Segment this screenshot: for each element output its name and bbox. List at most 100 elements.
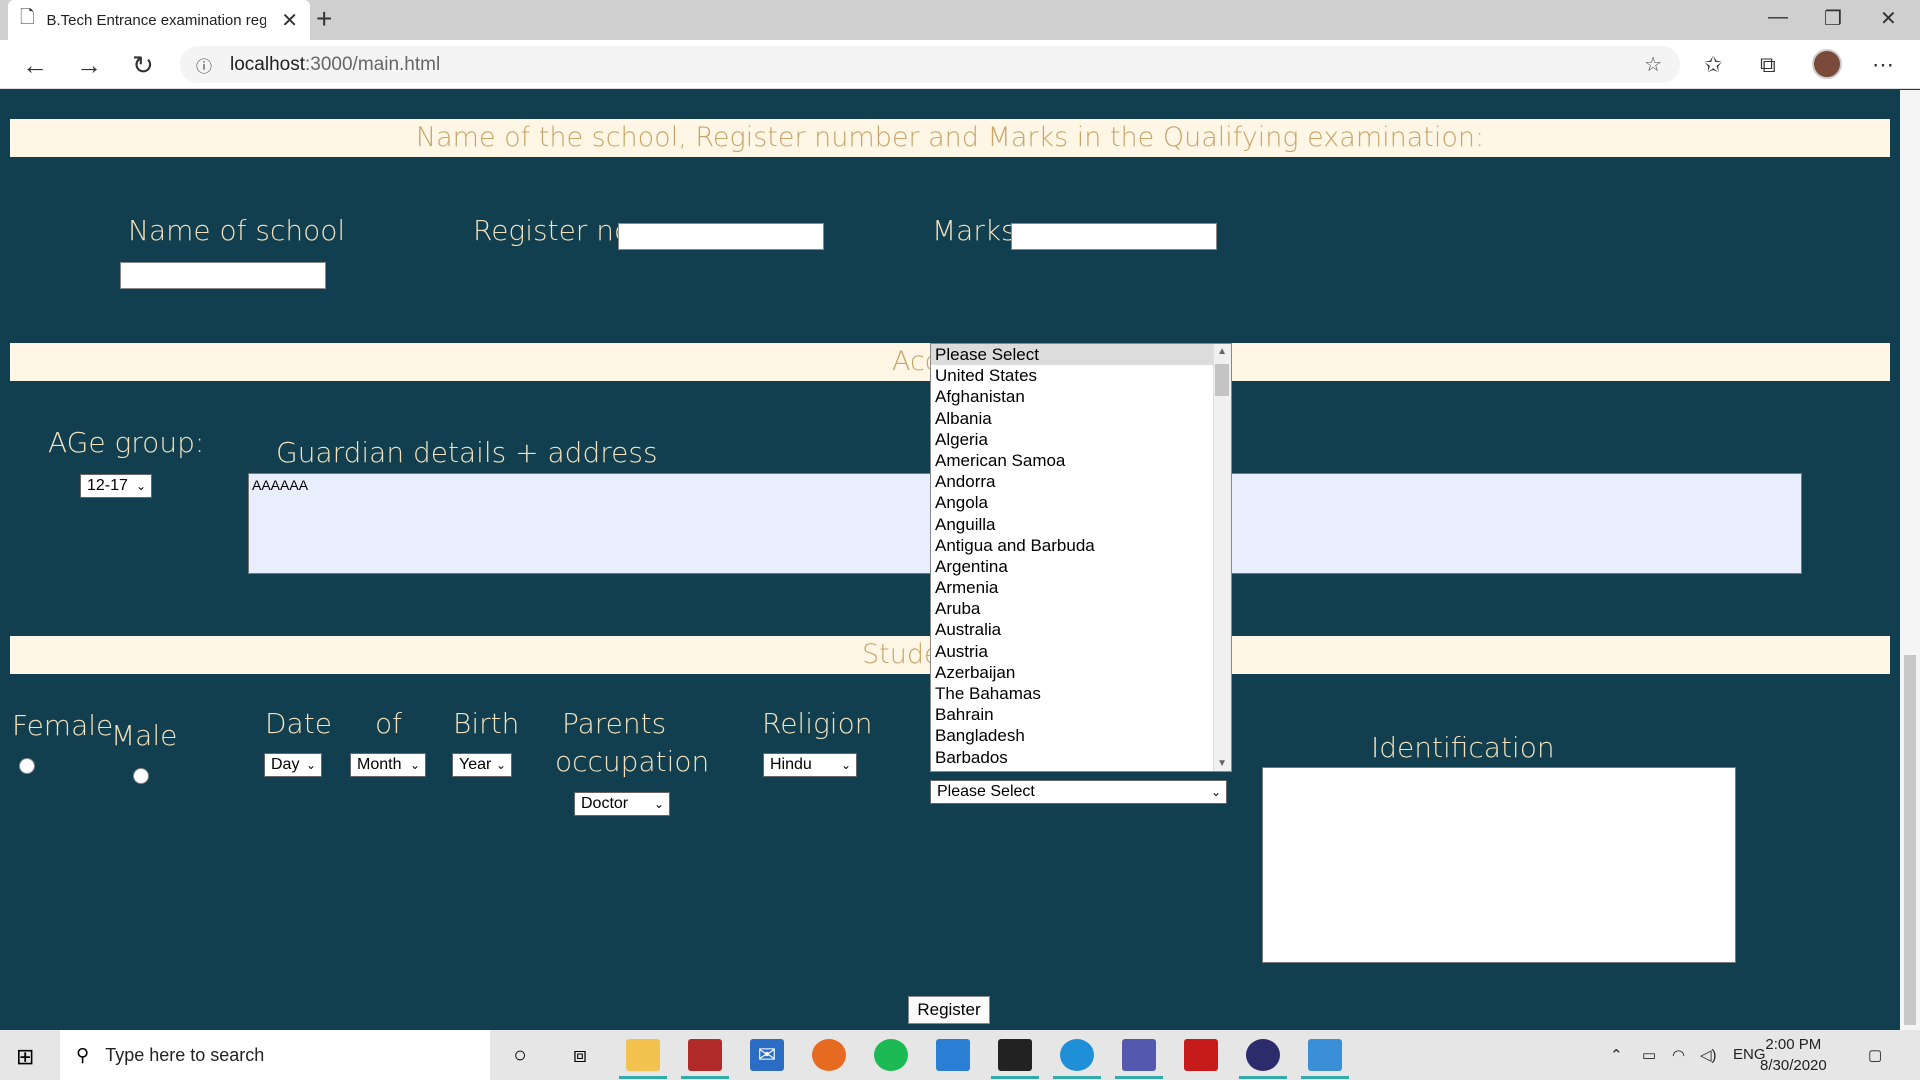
dob-of-label: of — [375, 707, 402, 740]
country-option[interactable]: Aruba — [931, 598, 1231, 619]
taskbar: ⊞ ⚲ Type here to search ○ ⧈ ✉ ⌃ ▭ ◠ ◁) E… — [0, 1030, 1920, 1080]
age-group-select[interactable]: 12-17 ⌄ — [80, 474, 152, 498]
tab-close-icon[interactable]: ✕ — [281, 8, 298, 33]
running-indicator — [619, 1076, 667, 1079]
clock[interactable]: 2:00 PM 8/30/2020 — [1760, 1034, 1827, 1076]
country-option[interactable]: Bahrain — [931, 704, 1231, 725]
minimize-icon[interactable]: — — [1768, 6, 1788, 29]
url-input[interactable]: ⓘ localhost:3000/main.html ☆ — [180, 46, 1680, 83]
school-name-input[interactable] — [120, 262, 326, 289]
country-option[interactable]: Anguilla — [931, 514, 1231, 535]
avatar[interactable] — [1812, 49, 1842, 79]
teams-icon[interactable] — [1122, 1039, 1156, 1071]
favorite-star-icon[interactable]: ☆ — [1644, 52, 1662, 77]
firefox-icon[interactable] — [812, 1039, 846, 1071]
scroll-up-icon[interactable]: ▲ — [1217, 346, 1227, 357]
page-scroll-thumb[interactable] — [1904, 655, 1916, 1025]
dropdown-scroll-thumb[interactable] — [1215, 364, 1229, 396]
marks-input[interactable] — [1011, 223, 1217, 250]
country-option[interactable]: Austria — [931, 641, 1231, 662]
chevron-down-icon: ⌄ — [840, 758, 851, 772]
country-option[interactable]: Angola — [931, 492, 1231, 513]
acrobat-icon[interactable] — [1184, 1039, 1218, 1071]
vscode-icon[interactable] — [936, 1039, 970, 1071]
page-scrollbar[interactable] — [1900, 90, 1920, 1030]
female-label: Female — [12, 709, 114, 742]
close-window-icon[interactable]: ✕ — [1880, 6, 1897, 31]
browser-tab-strip: 🗋 B.Tech Entrance examination reg ✕ + — … — [0, 0, 1920, 40]
volume-icon[interactable]: ◁) — [1700, 1046, 1717, 1064]
country-option[interactable]: American Samoa — [931, 450, 1231, 471]
address-bar-row: ← → ↻ ⓘ localhost:3000/main.html ☆ ✩ ⧉ ⋯ — [0, 40, 1920, 89]
info-icon: ⓘ — [196, 58, 213, 76]
new-tab-button[interactable]: + — [316, 3, 332, 35]
scroll-down-icon[interactable]: ▼ — [1217, 758, 1227, 769]
country-option[interactable]: Antigua and Barbuda — [931, 535, 1231, 556]
mail-icon[interactable]: ✉ — [750, 1039, 784, 1071]
more-icon[interactable]: ⋯ — [1872, 52, 1894, 78]
country-option[interactable]: Algeria — [931, 429, 1231, 450]
country-select[interactable]: Please Select ⌄ — [930, 780, 1227, 804]
favorites-icon[interactable]: ✩ — [1704, 52, 1722, 78]
running-indicator — [1239, 1076, 1287, 1079]
marks-label: Marks — [932, 214, 1016, 247]
page-icon: 🗋 — [20, 7, 35, 27]
age-group-value: 12-17 — [87, 477, 128, 494]
cortana-icon[interactable]: ○ — [503, 1039, 537, 1071]
religion-select[interactable]: Hindu ⌄ — [763, 753, 857, 777]
country-option[interactable]: Argentina — [931, 556, 1231, 577]
country-option[interactable]: Azerbaijan — [931, 662, 1231, 683]
collections-icon[interactable]: ⧉ — [1760, 52, 1776, 78]
terminal-icon[interactable] — [998, 1039, 1032, 1071]
age-group-label: AGe group: — [48, 426, 205, 459]
photos-icon[interactable] — [1308, 1039, 1342, 1071]
tray-chevron-icon[interactable]: ⌃ — [1610, 1046, 1623, 1064]
notifications-icon[interactable]: ▢ — [1868, 1046, 1882, 1064]
country-option[interactable]: Andorra — [931, 471, 1231, 492]
occupation-value: Doctor — [581, 795, 629, 812]
year-select[interactable]: Year ⌄ — [452, 753, 512, 777]
religion-value: Hindu — [770, 756, 812, 773]
country-option[interactable]: Armenia — [931, 577, 1231, 598]
country-option[interactable]: Barbados — [931, 747, 1231, 768]
battery-icon[interactable]: ▭ — [1642, 1046, 1656, 1064]
refresh-icon[interactable]: ↻ — [132, 50, 154, 81]
browser-tab[interactable]: 🗋 B.Tech Entrance examination reg ✕ — [8, 0, 310, 40]
country-dropdown-list[interactable]: Please Select United States Afghanistan Alb… — [930, 343, 1232, 772]
page-content: Name of the school, Register number and … — [0, 90, 1900, 1030]
running-indicator — [681, 1076, 729, 1079]
back-icon[interactable]: ← — [22, 50, 48, 81]
month-value: Month — [357, 756, 402, 773]
tab-title: B.Tech Entrance examination reg — [46, 11, 267, 29]
day-value: Day — [271, 756, 300, 773]
country-option[interactable]: Australia — [931, 619, 1231, 640]
register-button[interactable]: Register — [908, 996, 990, 1024]
maximize-icon[interactable]: ❐ — [1824, 6, 1842, 31]
country-option[interactable]: Albania — [931, 408, 1231, 429]
task-view-icon[interactable]: ⧈ — [563, 1039, 597, 1071]
country-option[interactable]: The Bahamas — [931, 683, 1231, 704]
occupation-select[interactable]: Doctor ⌄ — [574, 792, 670, 816]
running-indicator — [991, 1076, 1039, 1079]
app-icon[interactable] — [688, 1039, 722, 1071]
country-option[interactable]: Please Select — [931, 344, 1231, 366]
eclipse-icon[interactable] — [1246, 1039, 1280, 1071]
dropdown-scrollbar[interactable]: ▲ ▼ — [1213, 344, 1231, 771]
parents-label: Parents — [562, 707, 667, 740]
register-no-input[interactable] — [618, 223, 824, 250]
country-option[interactable]: United States — [931, 365, 1231, 386]
taskbar-search[interactable]: ⚲ Type here to search — [60, 1030, 490, 1080]
male-radio[interactable] — [133, 768, 149, 784]
day-select[interactable]: Day ⌄ — [264, 753, 322, 777]
wifi-icon[interactable]: ◠ — [1672, 1046, 1685, 1064]
edge-icon[interactable] — [1060, 1039, 1094, 1071]
female-radio[interactable] — [19, 758, 35, 774]
spotify-icon[interactable] — [874, 1039, 908, 1071]
country-option[interactable]: Bangladesh — [931, 725, 1231, 746]
windows-start-icon[interactable]: ⊞ — [16, 1044, 34, 1070]
forward-icon[interactable]: → — [76, 50, 102, 81]
month-select[interactable]: Month ⌄ — [350, 753, 426, 777]
country-option[interactable]: Afghanistan — [931, 386, 1231, 407]
file-explorer-icon[interactable] — [626, 1039, 660, 1071]
identification-textarea[interactable] — [1262, 767, 1736, 963]
